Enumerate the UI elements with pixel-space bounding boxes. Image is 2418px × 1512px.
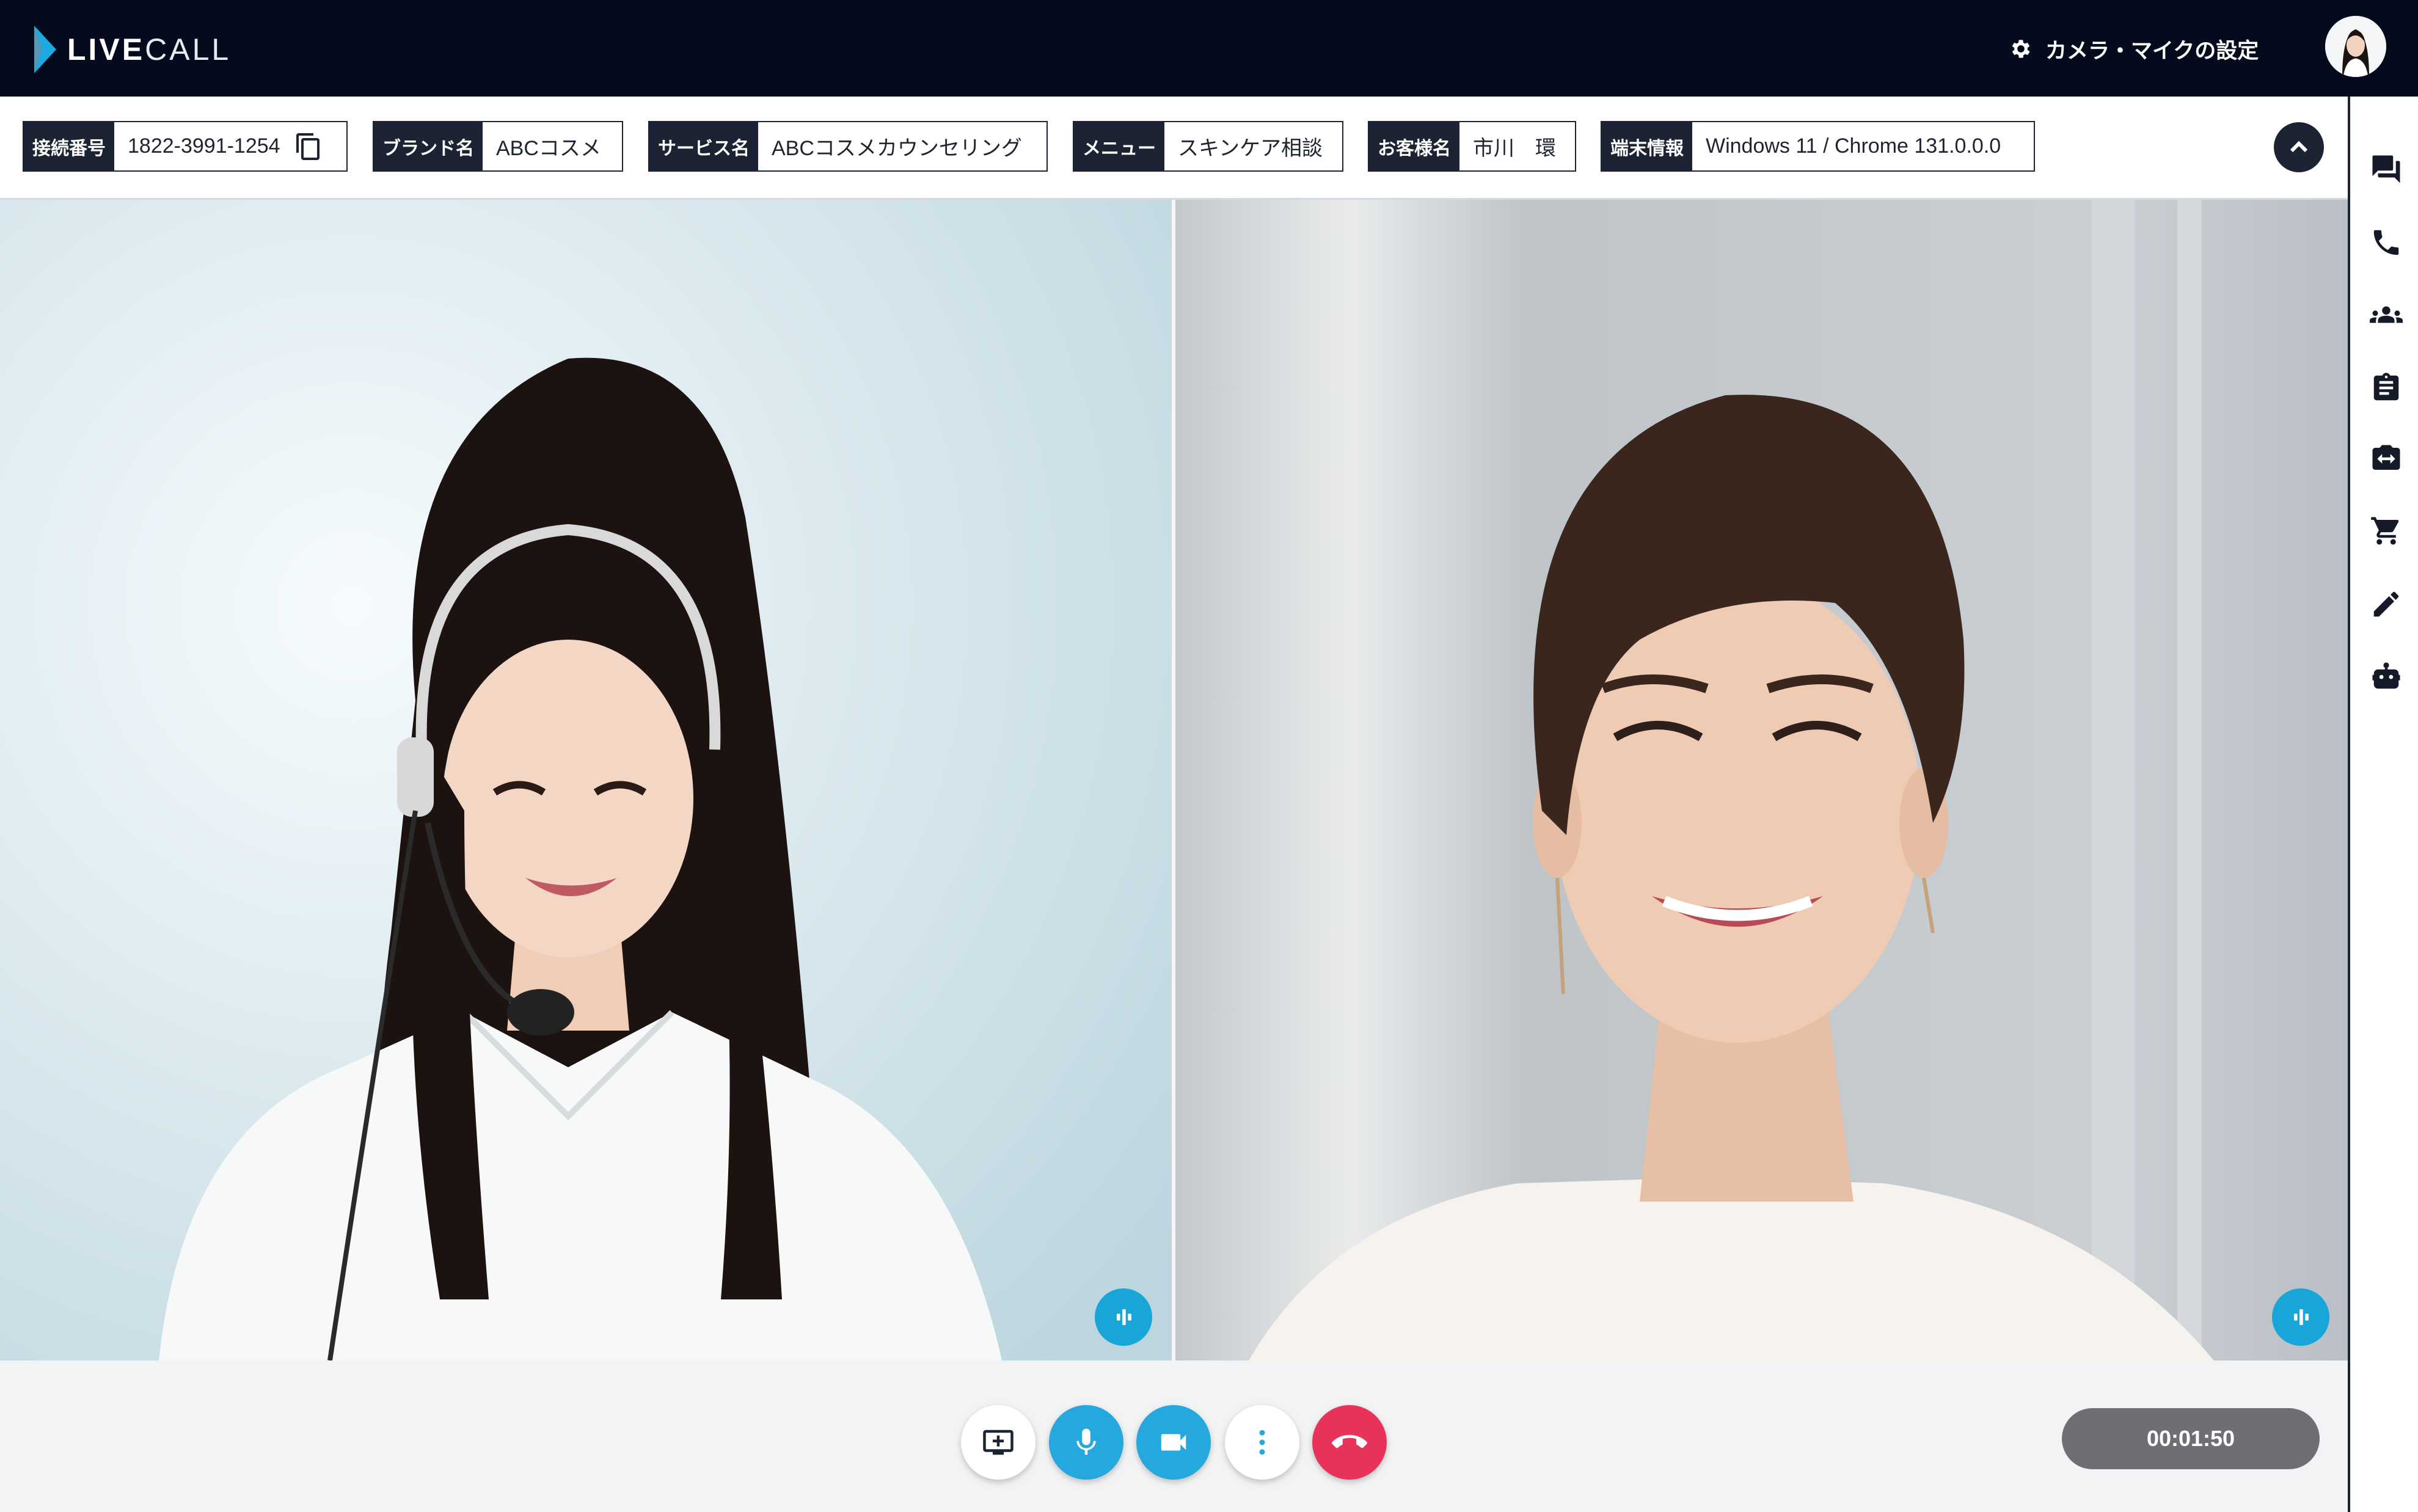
- cart-icon[interactable]: [2370, 514, 2403, 547]
- avatar-portrait-icon: [2325, 16, 2386, 77]
- collapse-info-button[interactable]: [2274, 122, 2324, 172]
- brand-name-chip: ブランド名 ABCコスメ: [373, 121, 623, 172]
- operator-audio-indicator: [1095, 1288, 1152, 1346]
- service-name-value: ABCコスメカウンセリング: [772, 137, 1022, 160]
- call-timer: 00:01:50: [2062, 1408, 2320, 1469]
- customer-audio-indicator: [2272, 1288, 2329, 1346]
- operator-video-frame: [0, 200, 1172, 1360]
- brand-name-light: CALL: [145, 32, 232, 67]
- pencil-icon[interactable]: [2370, 588, 2403, 621]
- audio-level-icon: [2294, 1309, 2309, 1325]
- hang-up-button[interactable]: [1312, 1405, 1387, 1480]
- device-info-value: Windows 11 / Chrome 131.0.0.0: [1706, 134, 2001, 158]
- phone-icon[interactable]: [2370, 226, 2403, 259]
- group-icon[interactable]: [2370, 298, 2403, 331]
- service-name-label: サービス名: [649, 122, 758, 170]
- logo-mark-icon: [34, 26, 56, 73]
- menu-value: スキンケア相談: [1178, 137, 1323, 160]
- connection-number-value: 1822-3991-1254: [128, 134, 280, 158]
- device-info-label: 端末情報: [1602, 122, 1692, 170]
- hang-up-icon: [1332, 1434, 1367, 1448]
- chevron-up-icon: [2290, 141, 2308, 153]
- camera-mic-settings-label: カメラ・マイクの設定: [2045, 38, 2259, 63]
- screen-share-button[interactable]: [961, 1405, 1036, 1480]
- chat-icon[interactable]: [2370, 153, 2403, 186]
- operator-video: [0, 200, 1172, 1360]
- more-vertical-icon: [1259, 1430, 1265, 1455]
- video-camera-icon: [1161, 1434, 1186, 1451]
- camera-mic-settings-button[interactable]: カメラ・マイクの設定: [2009, 31, 2259, 67]
- microphone-icon: [1076, 1428, 1096, 1455]
- service-name-chip: サービス名 ABCコスメカウンセリング: [648, 121, 1048, 172]
- screen-share-icon: [983, 1430, 1014, 1455]
- right-tool-rail: [2348, 97, 2418, 1512]
- customer-video: [1175, 200, 2348, 1360]
- connection-number-label: 接続番号: [24, 122, 114, 170]
- device-info-chip: 端末情報 Windows 11 / Chrome 131.0.0.0: [1601, 121, 2035, 172]
- more-options-button[interactable]: [1225, 1405, 1299, 1480]
- menu-chip: メニュー スキンケア相談: [1073, 121, 1343, 172]
- camera-button[interactable]: [1136, 1405, 1211, 1480]
- brand-name-bold: LIVE: [67, 32, 145, 67]
- robot-icon[interactable]: [2370, 660, 2403, 693]
- brand-name-label: ブランド名: [374, 122, 483, 170]
- customer-video-frame: [1175, 200, 2348, 1360]
- clipboard-icon[interactable]: [2370, 371, 2403, 404]
- microphone-button[interactable]: [1049, 1405, 1123, 1480]
- top-bar: LIVECALL カメラ・マイクの設定: [0, 0, 2418, 97]
- connection-number-chip: 接続番号 1822-3991-1254: [23, 121, 348, 172]
- camera-switch-icon[interactable]: [2370, 442, 2403, 475]
- gear-icon: [2012, 40, 2030, 58]
- brand-name: LIVECALL: [67, 32, 231, 67]
- brand-name-value: ABCコスメ: [496, 137, 601, 160]
- copy-icon[interactable]: [294, 122, 334, 170]
- livecall-logo: LIVECALL: [32, 23, 231, 76]
- customer-name-chip: お客様名 市川 環: [1368, 121, 1576, 172]
- customer-name-label: お客様名: [1369, 122, 1459, 170]
- customer-name-value: 市川 環: [1473, 137, 1556, 160]
- call-controls-bar: 00:01:50: [0, 1360, 2348, 1512]
- menu-label: メニュー: [1074, 122, 1164, 170]
- user-avatar[interactable]: [2325, 16, 2386, 77]
- session-info-bar: 接続番号 1822-3991-1254 ブランド名 ABCコスメ サービス名 A…: [0, 97, 2350, 200]
- audio-level-icon: [1117, 1309, 1131, 1325]
